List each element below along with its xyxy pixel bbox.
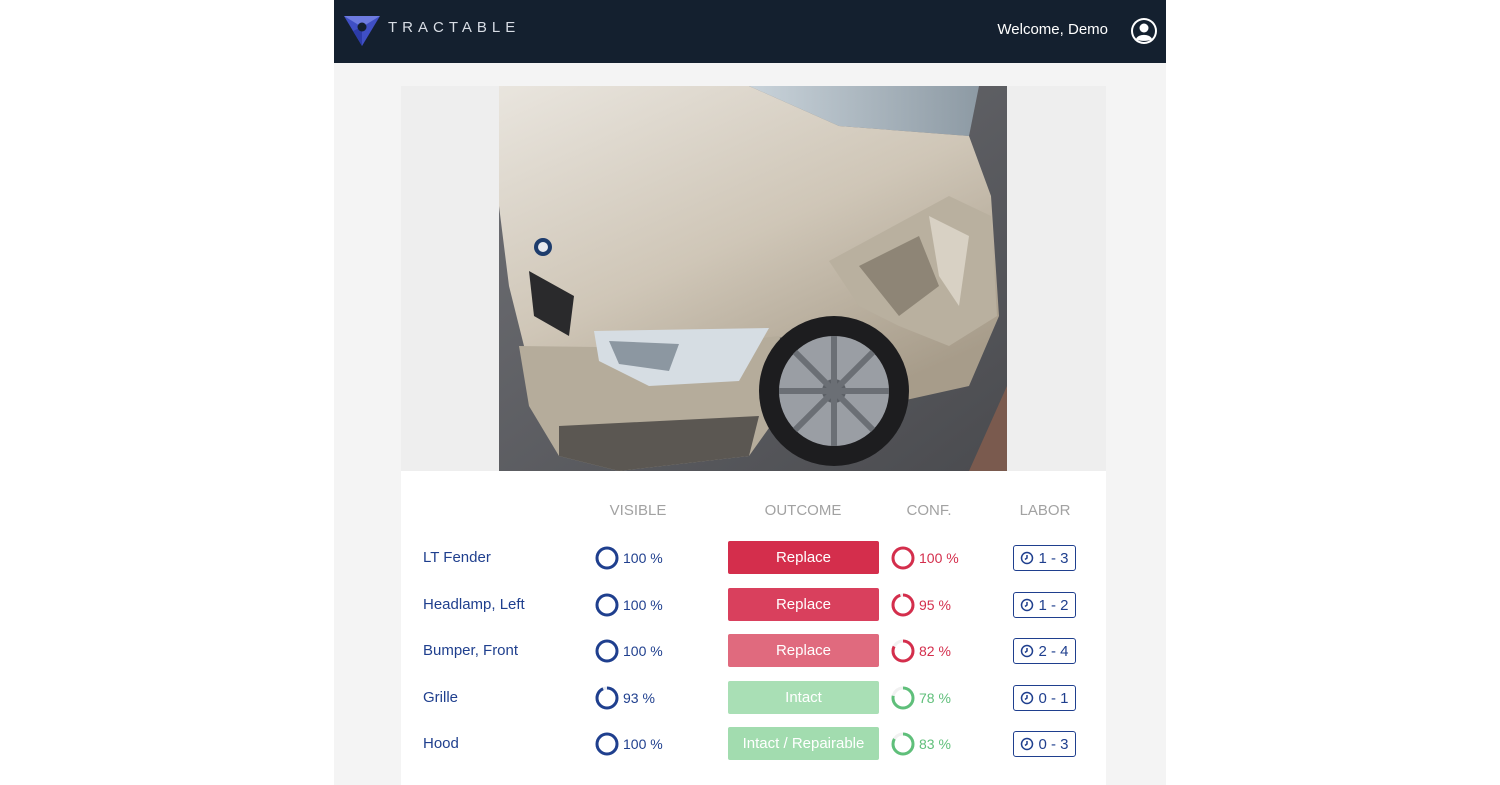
visibility-ring-icon <box>595 593 619 617</box>
labor-range: 1 - 3 <box>1038 549 1069 567</box>
visibility-indicator: 100 % <box>595 546 663 570</box>
labor-hours[interactable]: 1 - 2 <box>1013 592 1076 618</box>
damaged-car-photo[interactable] <box>499 86 1007 471</box>
user-avatar-icon[interactable] <box>1130 17 1158 45</box>
labor-range: 0 - 1 <box>1038 689 1069 707</box>
confidence-ring-icon <box>891 593 915 617</box>
damage-report-card: VISIBLE OUTCOME CONF. LABOR LT Fender 10… <box>401 86 1106 785</box>
visibility-indicator: 100 % <box>595 639 663 663</box>
damage-row[interactable]: LT Fender 100 % Replace 100 % 1 - 3 <box>401 541 1106 575</box>
outcome-badge[interactable]: Replace <box>728 541 879 574</box>
welcome-message: Welcome, Demo <box>997 21 1108 38</box>
labor-hours[interactable]: 0 - 3 <box>1013 731 1076 757</box>
confidence-ring-icon <box>891 639 915 663</box>
damage-row[interactable]: Grille 93 % Intact 78 % 0 - 1 <box>401 681 1106 715</box>
confidence-indicator: 83 % <box>891 732 951 756</box>
visibility-ring-icon <box>595 639 619 663</box>
part-name[interactable]: Bumper, Front <box>423 642 518 659</box>
confidence-value: 78 % <box>919 690 951 706</box>
outcome-badge[interactable]: Intact / Repairable <box>728 727 879 760</box>
visibility-indicator: 100 % <box>595 593 663 617</box>
visibility-value: 93 % <box>623 690 655 706</box>
part-name[interactable]: Headlamp, Left <box>423 596 525 613</box>
column-header-labor[interactable]: LABOR <box>995 502 1095 519</box>
outcome-badge[interactable]: Replace <box>728 588 879 621</box>
outcome-badge[interactable]: Intact <box>728 681 879 714</box>
visibility-value: 100 % <box>623 643 663 659</box>
visibility-ring-icon <box>595 546 619 570</box>
visibility-value: 100 % <box>623 736 663 752</box>
outcome-badge[interactable]: Replace <box>728 634 879 667</box>
clock-icon <box>1021 551 1034 565</box>
brand-name: TRACTABLE <box>388 19 521 36</box>
confidence-value: 83 % <box>919 736 951 752</box>
top-navigation-bar: TRACTABLE Welcome, Demo <box>334 0 1166 63</box>
damage-row[interactable]: Bumper, Front 100 % Replace 82 % 2 - 4 <box>401 634 1106 668</box>
clock-icon <box>1021 691 1034 705</box>
confidence-indicator: 78 % <box>891 686 951 710</box>
column-header-visible[interactable]: VISIBLE <box>588 502 688 519</box>
visibility-indicator: 100 % <box>595 732 663 756</box>
app-frame: TRACTABLE Welcome, Demo VISIBLE OUTCOME … <box>334 0 1166 785</box>
confidence-value: 100 % <box>919 550 959 566</box>
confidence-indicator: 82 % <box>891 639 951 663</box>
part-name[interactable]: Grille <box>423 689 458 706</box>
visibility-value: 100 % <box>623 550 663 566</box>
column-header-confidence[interactable]: CONF. <box>889 502 969 519</box>
column-header-outcome[interactable]: OUTCOME <box>728 502 878 519</box>
labor-range: 0 - 3 <box>1038 735 1069 753</box>
labor-hours[interactable]: 1 - 3 <box>1013 545 1076 571</box>
photo-frame <box>401 86 1106 471</box>
confidence-ring-icon <box>891 732 915 756</box>
tractable-logo-icon[interactable] <box>342 12 382 48</box>
confidence-value: 95 % <box>919 597 951 613</box>
confidence-indicator: 95 % <box>891 593 951 617</box>
confidence-ring-icon <box>891 686 915 710</box>
visibility-ring-icon <box>595 686 619 710</box>
confidence-indicator: 100 % <box>891 546 959 570</box>
labor-range: 1 - 2 <box>1038 596 1069 614</box>
damage-row[interactable]: Headlamp, Left 100 % Replace 95 % 1 - 2 <box>401 588 1106 622</box>
labor-hours[interactable]: 2 - 4 <box>1013 638 1076 664</box>
damage-row[interactable]: Hood 100 % Intact / Repairable 83 % 0 - … <box>401 727 1106 761</box>
clock-icon <box>1021 737 1034 751</box>
part-name[interactable]: Hood <box>423 735 459 752</box>
clock-icon <box>1021 598 1034 612</box>
visibility-indicator: 93 % <box>595 686 655 710</box>
labor-hours[interactable]: 0 - 1 <box>1013 685 1076 711</box>
visibility-ring-icon <box>595 732 619 756</box>
clock-icon <box>1021 644 1034 658</box>
confidence-ring-icon <box>891 546 915 570</box>
visibility-value: 100 % <box>623 597 663 613</box>
confidence-value: 82 % <box>919 643 951 659</box>
part-name[interactable]: LT Fender <box>423 549 491 566</box>
labor-range: 2 - 4 <box>1038 642 1069 660</box>
